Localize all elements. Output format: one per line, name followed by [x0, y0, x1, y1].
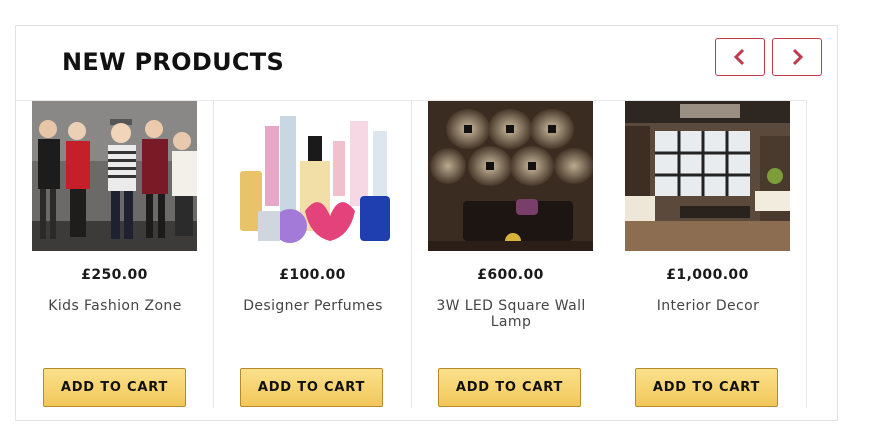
carousel-next-button[interactable]	[772, 38, 822, 76]
add-to-cart-button[interactable]: ADD TO CART	[240, 368, 383, 407]
product-image-kids-fashion[interactable]	[32, 101, 197, 251]
add-to-cart-button[interactable]: ADD TO CART	[43, 368, 186, 407]
product-card: £1,000.00 Interior Decor ADD TO CART	[609, 101, 807, 408]
chevron-right-icon	[792, 48, 804, 66]
product-price: £250.00	[81, 267, 148, 283]
product-image-interior-decor[interactable]	[625, 101, 790, 251]
product-card: £100.00 Designer Perfumes ADD TO CART	[214, 101, 412, 408]
product-name[interactable]: Designer Perfumes	[226, 298, 400, 314]
carousel-prev-button[interactable]	[715, 38, 765, 76]
product-name[interactable]: Kids Fashion Zone	[28, 298, 202, 314]
product-price: £100.00	[279, 267, 346, 283]
new-products-panel: NEW PRODUCTS £250.00 Kids Fashion Zone A…	[15, 25, 838, 421]
product-card: £600.00 3W LED Square Wall Lamp ADD TO C…	[412, 101, 610, 408]
product-price: £600.00	[477, 267, 544, 283]
product-price: £1,000.00	[666, 267, 749, 283]
product-card: £250.00 Kids Fashion Zone ADD TO CART	[16, 101, 214, 408]
section-title: NEW PRODUCTS	[62, 48, 285, 76]
add-to-cart-button[interactable]: ADD TO CART	[635, 368, 778, 407]
product-image-perfumes[interactable]	[230, 101, 395, 251]
chevron-left-icon	[733, 48, 745, 66]
add-to-cart-button[interactable]: ADD TO CART	[438, 368, 581, 407]
product-image-wall-lamp[interactable]	[428, 101, 593, 251]
product-name[interactable]: Interior Decor	[621, 298, 795, 314]
product-name[interactable]: 3W LED Square Wall Lamp	[424, 298, 598, 330]
